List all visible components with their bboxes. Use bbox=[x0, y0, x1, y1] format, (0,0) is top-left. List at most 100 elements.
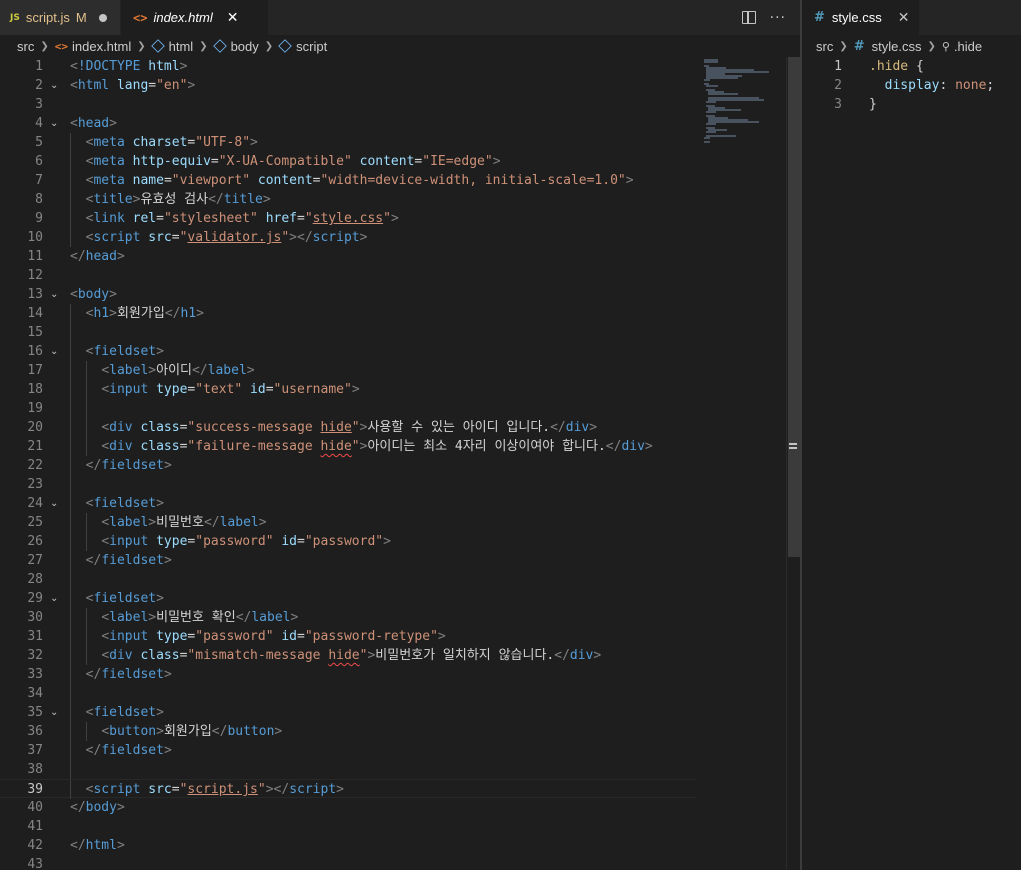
code-line[interactable]: 37 </fieldset> bbox=[0, 741, 696, 760]
close-icon[interactable]: ✕ bbox=[227, 10, 239, 26]
tab-style-css[interactable]: # style.css ✕ bbox=[802, 0, 919, 35]
code-line[interactable]: 14 <h1>회원가입</h1> bbox=[0, 304, 696, 323]
minimap[interactable] bbox=[696, 57, 786, 870]
code-line[interactable]: 6 <meta http-equiv="X-UA-Compatible" cont… bbox=[0, 152, 696, 171]
unsaved-dot-icon[interactable] bbox=[98, 13, 107, 22]
indent-guide bbox=[70, 684, 71, 703]
code-token: "en" bbox=[156, 78, 188, 93]
code-line[interactable]: 32 <div class="mismatch-message hide">비밀번… bbox=[0, 646, 696, 665]
code-line[interactable]: 3} bbox=[802, 95, 1021, 114]
indent-guide bbox=[70, 703, 71, 722]
code-editor-css[interactable]: 1 .hide {2 display: none; 3} bbox=[802, 57, 1021, 870]
fold-chevron-icon[interactable]: ⌄ bbox=[50, 589, 58, 608]
code-text: <title>유효성 검사</title> bbox=[86, 190, 271, 209]
code-line[interactable]: 31 <input type="password" id="password-re… bbox=[0, 627, 696, 646]
breadcrumb-symbol[interactable]: .hide bbox=[954, 39, 982, 54]
code-line[interactable]: 20 <div class="success-message hide">사용할 … bbox=[0, 418, 696, 437]
breadcrumb-body[interactable]: body bbox=[231, 39, 259, 54]
scroll-marker bbox=[789, 447, 797, 449]
code-line[interactable]: 12 bbox=[0, 266, 696, 285]
code-token: .hide bbox=[869, 59, 909, 74]
code-line[interactable]: 28 bbox=[0, 570, 696, 589]
code-line[interactable]: 43 bbox=[0, 855, 696, 870]
breadcrumb-file[interactable]: index.html bbox=[72, 39, 131, 54]
code-line[interactable]: 19 bbox=[0, 399, 696, 418]
code-line[interactable]: 1 .hide { bbox=[802, 57, 1021, 76]
code-line[interactable]: 22 </fieldset> bbox=[0, 456, 696, 475]
fold-chevron-icon[interactable]: ⌄ bbox=[50, 285, 58, 304]
code-line[interactable]: 35 ⌄ <fieldset> bbox=[0, 703, 696, 722]
code-text: <fieldset> bbox=[86, 703, 164, 722]
scrollbar-thumb[interactable] bbox=[788, 57, 800, 557]
code-line[interactable]: 27 </fieldset> bbox=[0, 551, 696, 570]
breadcrumb-html[interactable]: html bbox=[169, 39, 194, 54]
code-line[interactable]: 26 <input type="password" id="password"> bbox=[0, 532, 696, 551]
code-line[interactable]: 39 <script src="script.js"></script> bbox=[0, 779, 696, 799]
code-line[interactable]: 18 <input type="text" id="username"> bbox=[0, 380, 696, 399]
tab-label: index.html bbox=[153, 10, 213, 25]
breadcrumb-script[interactable]: script bbox=[296, 39, 327, 54]
code-line[interactable]: 33 </fieldset> bbox=[0, 665, 696, 684]
split-editor-icon[interactable] bbox=[741, 11, 756, 24]
indent-guide bbox=[70, 323, 71, 342]
minimap-line bbox=[704, 137, 710, 139]
code-line[interactable]: 8 <title>유효성 검사</title> bbox=[0, 190, 696, 209]
close-icon[interactable]: ✕ bbox=[898, 10, 910, 26]
code-line[interactable]: 30 <label>비밀번호 확인</label> bbox=[0, 608, 696, 627]
minimap-line bbox=[706, 111, 716, 113]
fold-chevron-icon[interactable]: ⌄ bbox=[50, 114, 58, 133]
code-token: label bbox=[109, 610, 149, 625]
code-line[interactable]: 2 ⌄ <html lang="en"> bbox=[0, 76, 696, 95]
breadcrumb-folder[interactable]: src bbox=[17, 39, 34, 54]
indent-guide bbox=[70, 228, 71, 247]
code-line[interactable]: 16 ⌄ <fieldset> bbox=[0, 342, 696, 361]
breadcrumb-folder[interactable]: src bbox=[816, 39, 833, 54]
tab-index-html[interactable]: <> index.html ✕ bbox=[121, 0, 268, 35]
code-line[interactable]: 25 <label>비밀번호</label> bbox=[0, 513, 696, 532]
code-line[interactable]: 42 </html> bbox=[0, 836, 696, 855]
fold-chevron-icon[interactable]: ⌄ bbox=[50, 342, 58, 361]
code-line[interactable]: 23 bbox=[0, 475, 696, 494]
breadcrumb-file[interactable]: style.css bbox=[872, 39, 922, 54]
code-line[interactable]: 5 <meta charset="UTF-8"> bbox=[0, 133, 696, 152]
code-line[interactable]: 24 ⌄ <fieldset> bbox=[0, 494, 696, 513]
indent-guide bbox=[70, 304, 71, 323]
more-actions-icon[interactable]: ··· bbox=[770, 10, 786, 26]
code-line[interactable]: 38 bbox=[0, 760, 696, 779]
tab-script-js[interactable]: JS script.js M bbox=[0, 0, 121, 35]
code-line[interactable]: 36 <button>회원가입</button> bbox=[0, 722, 696, 741]
code-line[interactable]: 10 <script src="validator.js"></script> bbox=[0, 228, 696, 247]
code-line[interactable]: 29 ⌄ <fieldset> bbox=[0, 589, 696, 608]
code-line[interactable]: 1 <!DOCTYPE html> bbox=[0, 57, 696, 76]
indent-guide bbox=[85, 627, 87, 646]
fold-chevron-icon[interactable]: ⌄ bbox=[50, 76, 58, 95]
code-line[interactable]: 15 bbox=[0, 323, 696, 342]
code-token: > bbox=[589, 420, 598, 435]
code-token: > bbox=[390, 211, 399, 226]
code-token: fieldset bbox=[101, 667, 164, 682]
vertical-scrollbar[interactable] bbox=[786, 57, 800, 870]
element-symbol-icon bbox=[278, 39, 292, 53]
line-number: 41 bbox=[27, 819, 43, 834]
fold-chevron-icon[interactable]: ⌄ bbox=[50, 494, 58, 513]
fold-chevron-icon[interactable]: ⌄ bbox=[50, 703, 58, 722]
code-line[interactable]: 21 <div class="failure-message hide">아이디는… bbox=[0, 437, 696, 456]
code-line[interactable]: 7 <meta name="viewport" content="width=de… bbox=[0, 171, 696, 190]
code-line[interactable]: 17 <label>아이디</label> bbox=[0, 361, 696, 380]
code-token: </ bbox=[70, 800, 86, 815]
code-line[interactable]: 34 bbox=[0, 684, 696, 703]
breadcrumb: src ❯ <> index.html ❯ html ❯ body ❯ scri… bbox=[17, 35, 327, 57]
code-line[interactable]: 4 ⌄ <head> bbox=[0, 114, 696, 133]
code-line[interactable]: 13 ⌄ <body> bbox=[0, 285, 696, 304]
code-token: input bbox=[109, 534, 149, 549]
code-line[interactable]: 41 bbox=[0, 817, 696, 836]
code-editor[interactable]: 1 <!DOCTYPE html> 2 ⌄ <html lang="en"> 3 4 ⌄ <he… bbox=[0, 57, 696, 870]
indent-guide bbox=[85, 608, 87, 627]
code-line[interactable]: 40 </body> bbox=[0, 798, 696, 817]
code-line[interactable]: 9 <link rel="stylesheet" href="style.css"… bbox=[0, 209, 696, 228]
code-line[interactable]: 3 bbox=[0, 95, 696, 114]
code-token: label bbox=[219, 515, 259, 530]
code-line[interactable]: 11 </head> bbox=[0, 247, 696, 266]
code-line[interactable]: 2 display: none; bbox=[802, 76, 1021, 95]
